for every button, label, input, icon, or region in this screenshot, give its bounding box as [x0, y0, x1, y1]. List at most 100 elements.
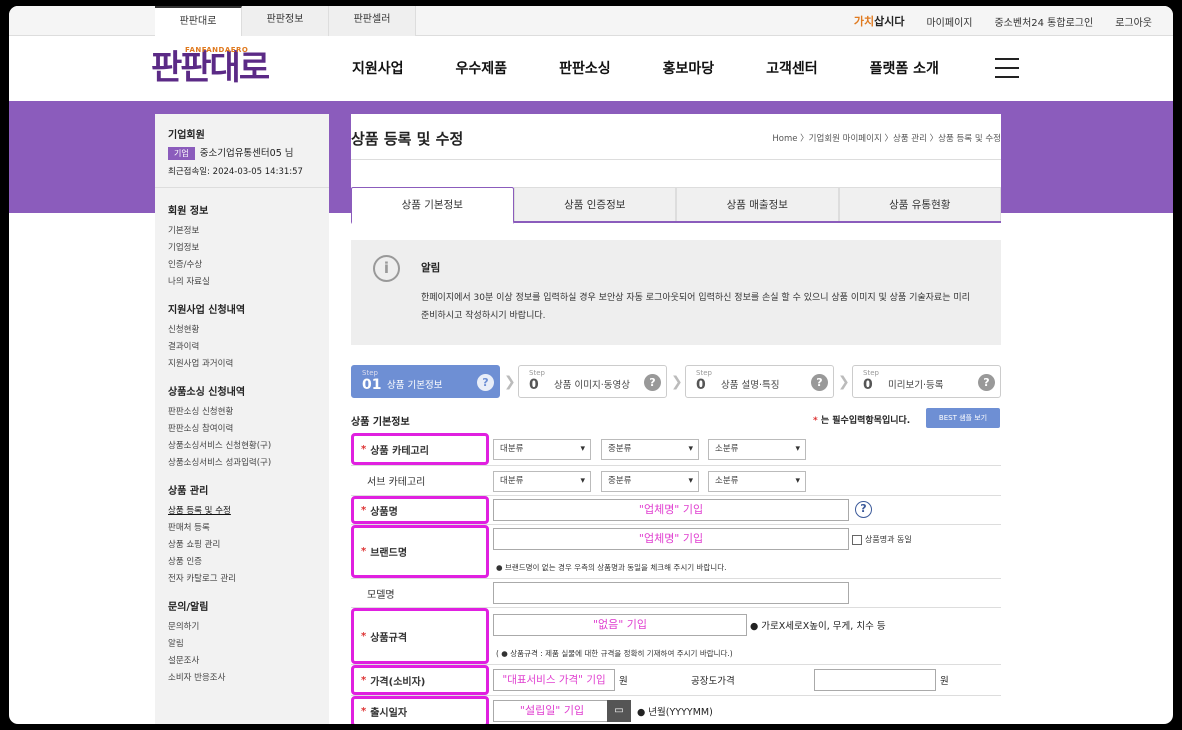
step-label: 상품 이미지·동영상: [554, 379, 630, 391]
brand-input[interactable]: "업체명" 기입: [493, 528, 849, 550]
main-content: 상품 등록 및 수정 Home 〉기업회원 마이페이지 〉상품 관리 〉상품 등…: [351, 114, 1001, 724]
calendar-icon[interactable]: ▭: [607, 700, 631, 722]
help-icon[interactable]: ?: [811, 373, 828, 391]
gachi-logo-link[interactable]: 가치삽시다: [843, 13, 916, 29]
member-type: 기업회원: [168, 130, 205, 141]
step-basic-info[interactable]: Step 01 상품 기본정보 ?: [351, 364, 500, 398]
sidebar-item-apply-status[interactable]: 신청현황: [168, 323, 316, 335]
row-category: *상품 카테고리 대분류 중분류 소분류: [351, 433, 1001, 466]
sidebar-item-product-register[interactable]: 상품 등록 및 수정: [168, 504, 316, 516]
spec-input[interactable]: "없음" 기입: [493, 614, 747, 636]
factory-price-input[interactable]: [814, 669, 936, 691]
gnb-customer[interactable]: 고객센터: [766, 58, 818, 78]
category-medium-select[interactable]: 중분류: [601, 439, 699, 460]
sidebar-menu: 회원 정보 기본정보 기업정보 인증/수상 나의 자료실 지원사업 신청내역 신…: [155, 202, 329, 683]
sidebar-item-consumer-survey[interactable]: 소비자 반응조사: [168, 671, 316, 683]
sidebar-item-shopping-manage[interactable]: 상품 쇼핑 관리: [168, 538, 316, 550]
consumer-price-input[interactable]: "대표서비스 가격" 기입: [493, 669, 615, 691]
site-logo-sub: FANFANDAERO: [185, 46, 249, 54]
sidebar-heading-member: 회원 정보: [168, 206, 209, 217]
step-number: 0: [863, 376, 873, 393]
sidebar-item-sourcing-history[interactable]: 판판소싱 참여이력: [168, 422, 316, 434]
gnb-about[interactable]: 플랫폼 소개: [870, 58, 939, 78]
sub-category-small-select[interactable]: 소분류: [708, 471, 806, 492]
sidebar-heading-inquiry: 문의/알림: [168, 602, 209, 613]
tab-basic-info[interactable]: 상품 기본정보: [351, 187, 514, 224]
row-spec: * 상품규격 "없음" 기입 ● 가로X세로X높이, 무게, 치수 등 ( ● 상…: [351, 608, 1001, 665]
mypage-sidebar: 기업회원 기업 중소기업유통센터05 님 최근접속일: 2024-03-05 14…: [155, 114, 329, 724]
category-label: * 상품 카테고리: [351, 433, 489, 465]
site-logo[interactable]: 판판대로: [151, 48, 270, 88]
sidebar-heading-sourcing: 상품소싱 신청내역: [168, 387, 246, 398]
notice-body: 한페이지에서 30분 이상 정보를 입력하실 경우 보안상 자동 로그아웃되어 …: [421, 293, 970, 321]
top-tab-fanfan-info[interactable]: 판판정보: [242, 6, 329, 37]
same-as-product-checkbox[interactable]: [852, 535, 862, 545]
sub-category-large-select[interactable]: 대분류: [493, 471, 591, 492]
gnb-support[interactable]: 지원사업: [352, 58, 404, 78]
won-unit: 원: [619, 676, 628, 687]
sidebar-item-company-info[interactable]: 기업정보: [168, 241, 316, 253]
gnb-sourcing[interactable]: 판판소싱: [559, 58, 611, 78]
step-tag: Step: [529, 368, 545, 377]
product-tabs: 상품 기본정보 상품 인증정보 상품 매출정보 상품 유통현황: [351, 187, 1001, 224]
step-label: 상품 설명·특징: [721, 379, 780, 391]
logout-link[interactable]: 로그아웃: [1104, 14, 1163, 29]
tab-sales-info[interactable]: 상품 매출정보: [676, 187, 839, 221]
member-summary: 기업회원 기업 중소기업유통센터05 님 최근접속일: 2024-03-05 14…: [155, 114, 329, 188]
model-input[interactable]: [493, 582, 849, 604]
sidebar-item-product-cert[interactable]: 상품 인증: [168, 555, 316, 567]
category-small-select[interactable]: 소분류: [708, 439, 806, 460]
best-sample-button[interactable]: BEST 샘플 보기: [926, 408, 1000, 428]
global-nav: 지원사업 우수제품 판판소싱 홍보마당 고객센터 플랫폼 소개: [352, 58, 991, 78]
sidebar-item-catalog[interactable]: 전자 카탈로그 관리: [168, 572, 316, 584]
step-preview[interactable]: ❯ Step 0 미리보기·등록 ?: [838, 364, 1001, 398]
spec-label: * 상품규격: [351, 608, 489, 664]
step-tag: Step: [863, 368, 879, 377]
hamburger-menu-icon[interactable]: [995, 58, 1019, 78]
sidebar-item-inquiry[interactable]: 문의하기: [168, 620, 316, 632]
sidebar-item-seller-register[interactable]: 판매처 등록: [168, 521, 316, 533]
help-icon[interactable]: ?: [477, 373, 494, 391]
release-date-input[interactable]: "설립일" 기입: [493, 700, 611, 722]
tab-cert-info[interactable]: 상품 인증정보: [513, 187, 676, 221]
row-release-date: * 출시일자 "설립일" 기입 ▭ ● 년월(YYYYMM): [351, 696, 1001, 724]
step-images[interactable]: ❯ Step 0 상품 이미지·동영상 ?: [504, 364, 667, 398]
gnb-products[interactable]: 우수제품: [456, 58, 508, 78]
chevron-right-icon: ❯: [671, 373, 683, 390]
help-icon[interactable]: ?: [644, 373, 661, 391]
sidebar-item-result-history[interactable]: 결과이력: [168, 340, 316, 352]
category-large-select[interactable]: 대분류: [493, 439, 591, 460]
sidebar-item-basic-info[interactable]: 기본정보: [168, 224, 316, 236]
step-label: 미리보기·등록: [888, 379, 944, 391]
tab-distribution[interactable]: 상품 유통현황: [838, 187, 1001, 221]
brand-label: * 브랜드명: [351, 525, 489, 578]
factory-price-label: 공장도가격: [691, 676, 735, 687]
sub-category-medium-select[interactable]: 중분류: [601, 471, 699, 492]
won-unit-factory: 원: [940, 676, 949, 687]
sidebar-item-sourcing-old-status[interactable]: 상품소싱서비스 신청현황(구): [168, 439, 316, 451]
help-icon[interactable]: ?: [855, 501, 872, 518]
sidebar-item-certification[interactable]: 인증/수상: [168, 258, 316, 270]
sidebar-item-my-files[interactable]: 나의 자료실: [168, 275, 316, 287]
row-model: 모델명: [351, 579, 1001, 608]
breadcrumb: Home 〉기업회원 마이페이지 〉상품 관리 〉상품 등록 및 수정: [772, 134, 1001, 144]
sidebar-item-past-history[interactable]: 지원사업 과거이력: [168, 357, 316, 369]
row-sub-category: 서브 카테고리 대분류 중분류 소분류: [351, 466, 1001, 496]
step-number: 01: [362, 376, 382, 393]
gnb-promotion[interactable]: 홍보마당: [663, 58, 715, 78]
release-date-hint: ● 년월(YYYYMM): [637, 707, 713, 718]
top-tab-fanfandaero[interactable]: 판판대로: [155, 6, 242, 37]
step-description[interactable]: ❯ Step 0 상품 설명·특징 ?: [671, 364, 834, 398]
browser-frame: 판판대로 판판정보 판판셀러 가치삽시다 마이페이지 중소벤처24 통합로그인 …: [9, 6, 1173, 724]
sidebar-item-survey[interactable]: 설문조사: [168, 654, 316, 666]
product-name-input[interactable]: "업체명" 기입: [493, 499, 849, 521]
chevron-right-icon: ❯: [504, 373, 516, 390]
top-tab-fanfan-seller[interactable]: 판판셀러: [329, 6, 416, 37]
sidebar-item-sourcing-old-result[interactable]: 상품소싱서비스 성과입력(구): [168, 456, 316, 468]
sidebar-item-sourcing-status[interactable]: 판판소싱 신청현황: [168, 405, 316, 417]
help-icon[interactable]: ?: [978, 373, 995, 391]
sidebar-item-alarm[interactable]: 알림: [168, 637, 316, 649]
sidebar-heading-support: 지원사업 신청내역: [168, 305, 246, 316]
mypage-link[interactable]: 마이페이지: [915, 14, 983, 29]
sso-login-link[interactable]: 중소벤처24 통합로그인: [983, 14, 1104, 29]
